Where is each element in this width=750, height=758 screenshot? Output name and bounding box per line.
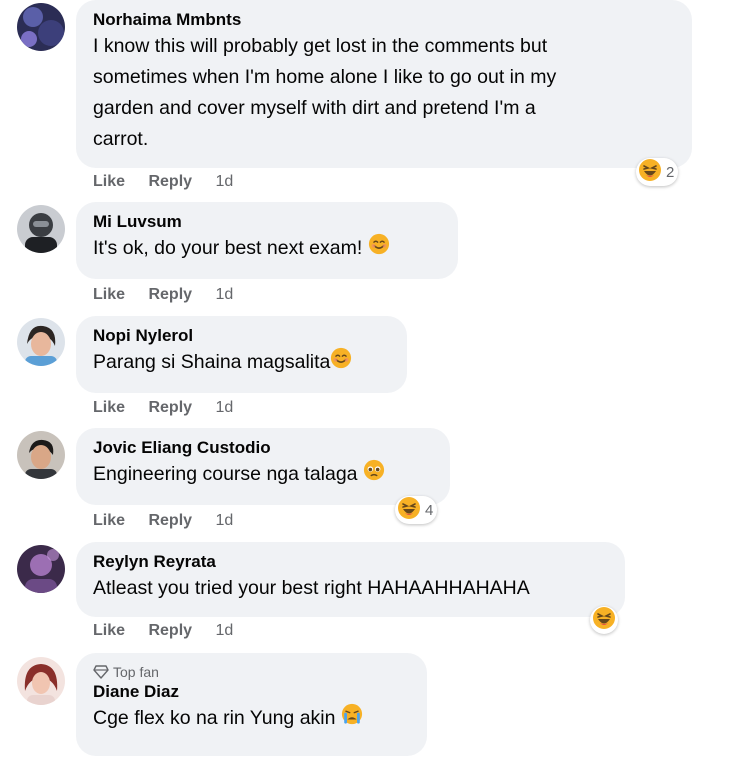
smiling-emoji-icon: [330, 347, 352, 379]
reaction-count: 2: [666, 163, 675, 181]
reply-button[interactable]: Reply: [148, 173, 192, 190]
comment-author[interactable]: Nopi Nylerol: [93, 325, 391, 347]
comment-actions: Like Reply 1d: [93, 621, 233, 641]
avatar[interactable]: [17, 545, 65, 593]
comment-timestamp[interactable]: 1d: [216, 622, 234, 639]
like-button[interactable]: Like: [93, 622, 125, 639]
avatar[interactable]: [17, 657, 65, 705]
laughing-emoji-icon: [397, 496, 421, 524]
comment-text: Engineering course nga talaga: [93, 459, 434, 491]
comment-bubble: Top fan Diane Diaz Cge flex ko na rin Yu…: [76, 653, 427, 756]
comment-actions: Like Reply 1d: [93, 172, 233, 192]
comment-author[interactable]: Diane Diaz: [93, 681, 411, 703]
avatar[interactable]: [17, 205, 65, 253]
comment-actions: Like Reply 1d: [93, 398, 233, 418]
laughing-emoji-icon: [638, 158, 662, 186]
comment-bubble: Norhaima Mmbnts I know this will probabl…: [76, 0, 692, 168]
comment-text-content: It's ok, do your best next exam!: [93, 237, 363, 260]
top-fan-badge: Top fan: [93, 663, 411, 681]
comment-author[interactable]: Norhaima Mmbnts: [93, 9, 676, 31]
comment-timestamp[interactable]: 1d: [216, 173, 234, 190]
comment-text-content: Parang si Shaina magsalita: [93, 351, 331, 374]
comment-timestamp[interactable]: 1d: [216, 286, 234, 303]
reply-button[interactable]: Reply: [148, 286, 192, 303]
reply-button[interactable]: Reply: [148, 622, 192, 639]
comment-timestamp[interactable]: 1d: [216, 512, 234, 529]
comment-bubble: Jovic Eliang Custodio Engineering course…: [76, 428, 450, 505]
crying-emoji-icon: [341, 703, 363, 735]
like-button[interactable]: Like: [93, 399, 125, 416]
comment-author[interactable]: Mi Luvsum: [93, 211, 442, 233]
reply-button[interactable]: Reply: [148, 399, 192, 416]
comment-text: Cge flex ko na rin Yung akin: [93, 703, 411, 735]
smiling-emoji-icon: [368, 233, 390, 265]
pleading-emoji-icon: [363, 459, 385, 491]
comment-text-content: Cge flex ko na rin Yung akin: [93, 707, 336, 730]
comment-text: Atleast you tried your best right HAHAAH…: [93, 577, 530, 599]
comment-text-content: Engineering course nga talaga: [93, 463, 358, 486]
comment-bubble: Mi Luvsum It's ok, do your best next exa…: [76, 202, 458, 279]
comment-bubble: Nopi Nylerol Parang si Shaina magsalita: [76, 316, 407, 393]
avatar[interactable]: [17, 431, 65, 479]
like-button[interactable]: Like: [93, 512, 125, 529]
avatar[interactable]: [17, 3, 65, 51]
reaction-summary[interactable]: [590, 606, 618, 634]
comment-actions: Like Reply 1d: [93, 511, 233, 531]
comment-timestamp[interactable]: 1d: [216, 399, 234, 416]
comment-text-line: I know this will probably get lost in th…: [93, 35, 548, 57]
top-fan-label: Top fan: [113, 664, 159, 680]
comment-text-line: carrot.: [93, 128, 149, 150]
reaction-summary[interactable]: 4: [395, 496, 438, 524]
reply-button[interactable]: Reply: [148, 512, 192, 529]
comment-text-line: garden and cover myself with dirt and pr…: [93, 97, 536, 119]
comment-text: It's ok, do your best next exam!: [93, 233, 442, 265]
comment-actions: Like Reply 1d: [93, 285, 233, 305]
laughing-emoji-icon: [592, 606, 616, 634]
comment-author[interactable]: Jovic Eliang Custodio: [93, 437, 434, 459]
diamond-icon: [93, 665, 109, 679]
reaction-count: 4: [425, 501, 434, 519]
comment-text: Parang si Shaina magsalita: [93, 347, 391, 379]
comment-text: I know this will probably get lost in th…: [93, 31, 676, 155]
like-button[interactable]: Like: [93, 286, 125, 303]
comment-text-line: sometimes when I'm home alone I like to …: [93, 66, 557, 88]
comment-bubble: Reylyn Reyrata Atleast you tried your be…: [76, 542, 625, 617]
comment-author[interactable]: Reylyn Reyrata: [93, 551, 609, 573]
reaction-summary[interactable]: 2: [636, 158, 679, 186]
like-button[interactable]: Like: [93, 173, 125, 190]
avatar[interactable]: [17, 318, 65, 366]
